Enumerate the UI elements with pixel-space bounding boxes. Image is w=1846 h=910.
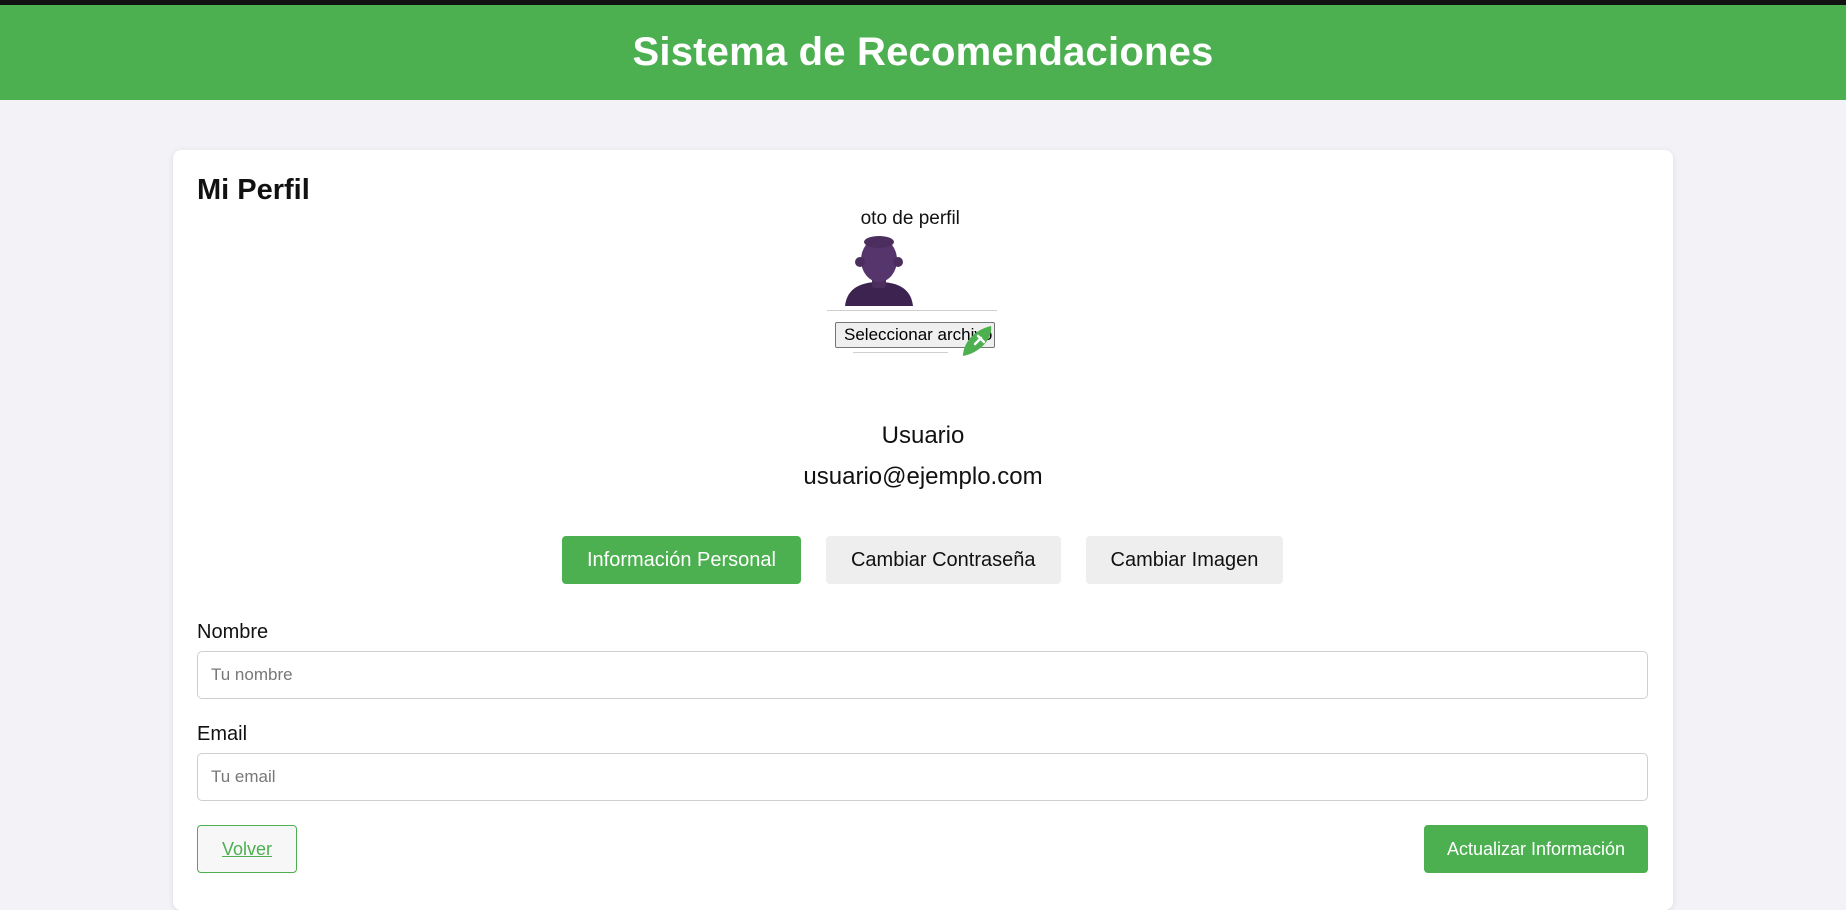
email-field[interactable] <box>197 753 1648 801</box>
divider <box>853 352 948 353</box>
tab-change-image[interactable]: Cambiar Imagen <box>1085 536 1284 584</box>
profile-tabs: Información Personal Cambiar Contraseña … <box>562 536 1284 584</box>
name-label: Nombre <box>197 621 269 643</box>
name-field[interactable] <box>197 651 1648 699</box>
user-name: Usuario <box>881 422 965 449</box>
app-title: Sistema de Recomendaciones <box>632 30 1214 74</box>
email-label: Email <box>197 723 248 745</box>
tab-change-password[interactable]: Cambiar Contraseña <box>825 536 1061 584</box>
update-info-button[interactable]: Actualizar Información <box>1424 825 1648 873</box>
user-silhouette-icon <box>845 236 913 306</box>
pencil-icon[interactable] <box>961 324 995 358</box>
file-input-area: Seleccionar archivo <box>827 310 1005 366</box>
avatar-section: Foto de perfil Seleccionar archivo <box>823 208 1023 388</box>
divider <box>827 310 997 311</box>
user-email: usuario@ejemplo.com <box>803 463 1043 490</box>
app-header: Sistema de Recomendaciones <box>0 5 1846 100</box>
tab-personal-info[interactable]: Información Personal <box>562 536 801 584</box>
avatar-alt-text: Foto de perfil <box>861 208 960 228</box>
back-button[interactable]: Volver <box>197 825 297 873</box>
page-title: Mi Perfil <box>197 174 310 206</box>
profile-card: Mi Perfil Foto de perfil Seleccionar arc… <box>173 150 1673 910</box>
